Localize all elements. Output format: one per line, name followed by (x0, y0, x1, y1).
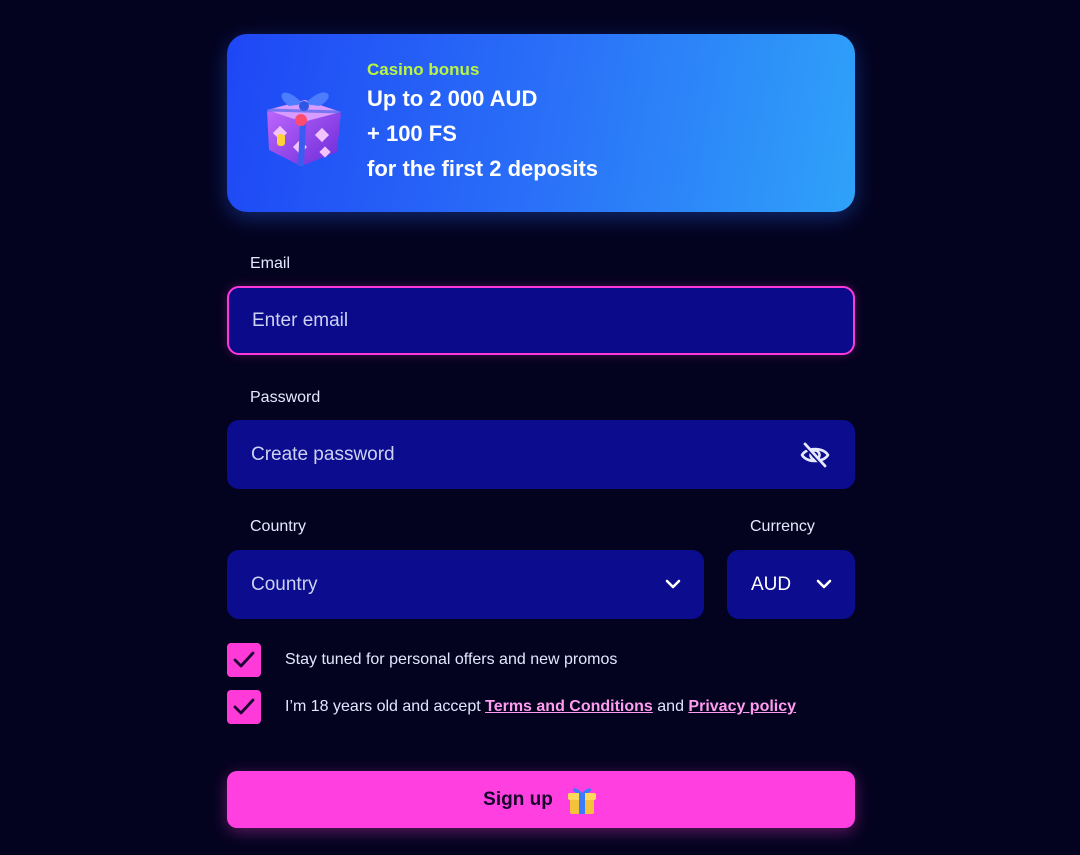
terms-link[interactable]: Terms and Conditions (485, 698, 653, 715)
currency-select-value: AUD (751, 573, 792, 595)
country-currency-labels: Country Currency (227, 517, 855, 537)
terms-prefix: I’m 18 years old and accept (285, 698, 486, 715)
password-field-box (227, 420, 855, 489)
country-select-value: Country (251, 573, 318, 595)
bonus-tag: Casino bonus (367, 60, 480, 79)
bonus-free-spins: + 100 FS (367, 121, 457, 146)
bonus-amount: Up to 2 000 AUD (367, 86, 538, 111)
promos-consent-text: Stay tuned for personal offers and new p… (285, 651, 618, 668)
gift-icon (567, 787, 596, 814)
gift-box-icon (266, 92, 342, 167)
password-label: Password (250, 389, 321, 406)
country-currency-selects: Country AUD (227, 550, 855, 619)
currency-label: Currency (750, 518, 815, 535)
currency-select[interactable]: AUD (727, 550, 855, 619)
terms-joiner: and (652, 698, 689, 715)
signup-button[interactable]: Sign up (227, 771, 855, 828)
country-select[interactable]: Country (227, 550, 704, 619)
privacy-link[interactable]: Privacy policy (688, 698, 796, 715)
chevron-down-icon (816, 579, 832, 589)
signup-page: Casino bonus Up to 2 000 AUD + 100 FS fo… (0, 0, 1080, 855)
promos-checkbox[interactable] (227, 643, 261, 677)
promos-consent: Stay tuned for personal offers and new p… (227, 643, 855, 677)
terms-consent-text: I’m 18 years old and accept Terms and Co… (285, 698, 796, 716)
terms-checkbox[interactable] (227, 690, 261, 724)
bonus-condition: for the first 2 deposits (367, 156, 599, 181)
email-field[interactable] (229, 308, 754, 333)
email-label: Email (250, 255, 291, 272)
country-label: Country (250, 518, 307, 535)
email-field-box (227, 286, 855, 355)
signup-button-label: Sign up (483, 788, 553, 810)
bonus-banner: Casino bonus Up to 2 000 AUD + 100 FS fo… (227, 34, 855, 212)
bonus-text: Casino bonus Up to 2 000 AUD + 100 FS fo… (367, 59, 598, 186)
signup-form: Casino bonus Up to 2 000 AUD + 100 FS fo… (227, 34, 855, 828)
terms-consent: I’m 18 years old and accept Terms and Co… (227, 690, 855, 724)
chevron-down-icon (665, 579, 681, 589)
eye-slash-icon[interactable] (799, 440, 831, 470)
checkmark-icon (233, 651, 255, 668)
password-field[interactable] (227, 442, 753, 467)
checkmark-icon (233, 698, 255, 715)
